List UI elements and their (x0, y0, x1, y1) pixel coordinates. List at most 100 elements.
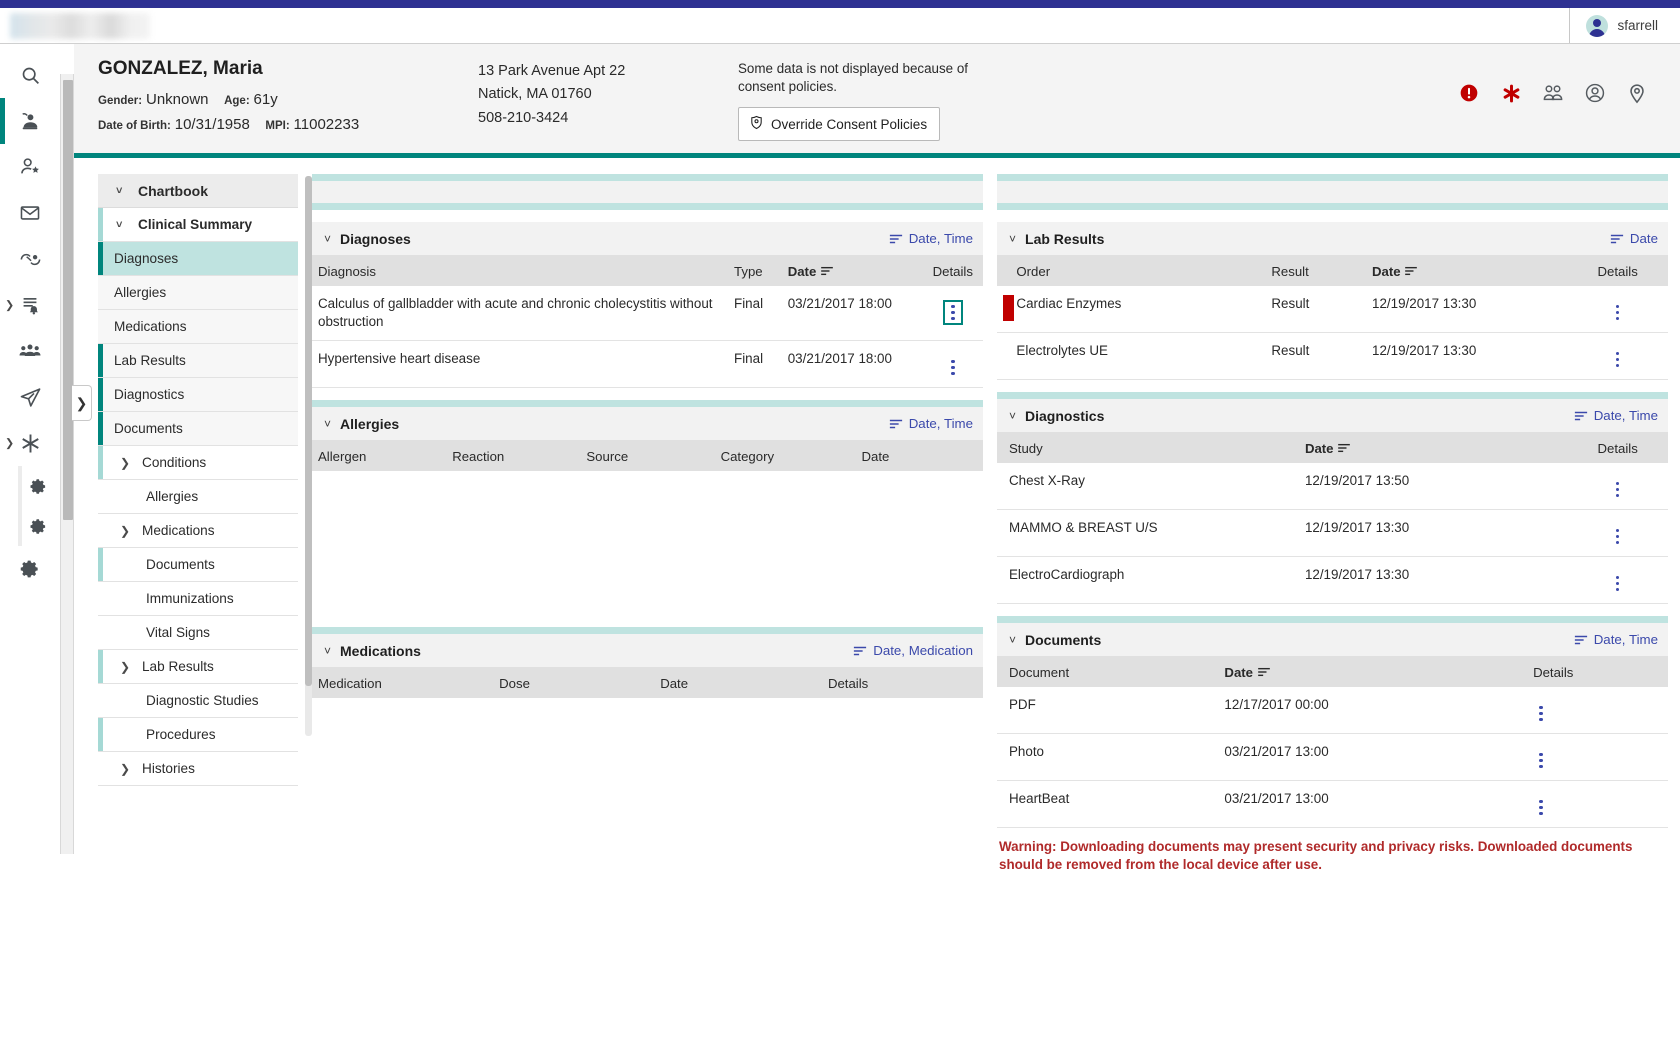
sidebar-group-conditions[interactable]: ❯ Conditions (98, 446, 298, 481)
sidebar-group-vital-signs[interactable]: Vital Signs (98, 616, 298, 651)
documents-sort-control[interactable]: Date, Time (1574, 632, 1658, 647)
mail-icon[interactable] (0, 190, 60, 236)
col-date[interactable]: Date (1218, 657, 1528, 688)
patient-lookup-icon[interactable] (0, 98, 60, 144)
col-allergen[interactable]: Allergen (312, 441, 447, 472)
row-details-menu-button[interactable] (943, 299, 963, 326)
account-icon[interactable] (1584, 82, 1606, 104)
location-pin-icon[interactable] (1626, 82, 1648, 104)
sidebar-flyout-toggle[interactable]: ❯ (72, 385, 92, 421)
care-team-icon[interactable] (0, 328, 60, 374)
row-details-menu-button[interactable] (1610, 479, 1626, 501)
table-row[interactable]: PDF 12/17/2017 00:00 (997, 687, 1668, 735)
add-patient-icon[interactable] (0, 144, 60, 190)
col-result[interactable]: Result (1265, 256, 1367, 287)
chartbook-section-clinical-summary[interactable]: ˅ Clinical Summary (98, 208, 298, 243)
table-row[interactable]: Electrolytes UE Result 12/19/2017 13:30 (997, 332, 1668, 381)
sidebar-group-immunizations[interactable]: Immunizations (98, 582, 298, 617)
chevron-down-icon[interactable]: ˅ (1009, 232, 1016, 246)
diagnostics-sort-control[interactable]: Date, Time (1574, 408, 1658, 423)
settings-sub-icon-2[interactable] (0, 506, 60, 546)
col-date[interactable]: Date (855, 441, 983, 472)
handshake-icon[interactable] (0, 236, 60, 282)
clinical-asterisk-icon[interactable]: ❯ (0, 420, 60, 466)
col-source[interactable]: Source (580, 441, 715, 472)
chartbook-scrollbar[interactable] (305, 176, 312, 737)
cell-result-link[interactable]: Result (1265, 286, 1367, 334)
sidebar-group-medications[interactable]: ❯ Medications (98, 514, 298, 549)
table-row[interactable]: MAMMO & BREAST U/S 12/19/2017 13:30 (997, 509, 1668, 558)
table-row[interactable]: Photo 03/21/2017 13:00 (997, 733, 1668, 782)
col-category[interactable]: Category (714, 441, 856, 472)
row-details-menu-button[interactable] (1533, 703, 1549, 725)
col-reaction[interactable]: Reaction (446, 441, 581, 472)
row-details-menu-button[interactable] (1610, 302, 1626, 324)
col-document[interactable]: Document (997, 657, 1219, 688)
row-details-menu-button[interactable] (1610, 349, 1626, 371)
col-date[interactable]: Date (1366, 256, 1568, 287)
search-icon[interactable] (0, 52, 60, 98)
diagnoses-sort-control[interactable]: Date, Time (889, 231, 973, 246)
col-diagnosis[interactable]: Diagnosis (312, 256, 729, 287)
chevron-down-icon[interactable]: ˅ (1009, 633, 1016, 647)
col-order[interactable]: Order (1010, 256, 1266, 287)
override-consent-policies-button[interactable]: Override Consent Policies (738, 107, 941, 142)
sidebar-item-medications[interactable]: Medications (98, 310, 298, 345)
sidebar-group-allergies[interactable]: Allergies (98, 480, 298, 515)
col-study[interactable]: Study (997, 433, 1299, 464)
col-date[interactable]: Date (1298, 433, 1568, 464)
alert-icon[interactable] (1458, 82, 1480, 104)
sidebar-group-procedures[interactable]: Procedures (98, 718, 298, 753)
sort-icon (854, 646, 867, 656)
cell-document-link[interactable]: PDF (997, 687, 1219, 735)
table-row[interactable]: Cardiac Enzymes Result 12/19/2017 13:30 (997, 286, 1668, 334)
chevron-down-icon[interactable]: ˅ (324, 232, 331, 246)
allergies-sort-control[interactable]: Date, Time (889, 416, 973, 431)
notifications-list-icon[interactable]: ❯ (0, 282, 60, 328)
send-icon[interactable] (0, 374, 60, 420)
lab-results-sort-control[interactable]: Date (1610, 231, 1658, 246)
sidebar-group-documents[interactable]: Documents (98, 548, 298, 583)
chartbook-header[interactable]: ˅ Chartbook (98, 174, 298, 209)
page-scrollbar[interactable] (60, 74, 74, 854)
row-details-menu-button[interactable] (1533, 797, 1549, 819)
page-scrollbar-thumb[interactable] (63, 80, 73, 520)
table-row[interactable]: Calculus of gallbladder with acute and c… (312, 286, 983, 342)
row-details-menu-button[interactable] (1533, 750, 1549, 772)
care-team-icon[interactable] (1542, 82, 1564, 104)
sidebar-group-histories[interactable]: ❯ Histories (98, 752, 298, 787)
col-dose[interactable]: Dose (493, 668, 655, 699)
table-row[interactable]: HeartBeat 03/21/2017 13:00 (997, 780, 1668, 829)
sidebar-item-lab-results[interactable]: Lab Results (98, 344, 298, 379)
sidebar-item-allergies[interactable]: Allergies (98, 276, 298, 311)
patient-name: GONZALEZ, Maria (98, 58, 263, 79)
sidebar-item-diagnoses[interactable]: Diagnoses (98, 242, 298, 277)
settings-sub-icon-1[interactable] (0, 466, 60, 506)
sidebar-item-diagnostics[interactable]: Diagnostics (98, 378, 298, 413)
medications-sort-control[interactable]: Date, Medication (853, 643, 973, 658)
table-row[interactable]: Chest X-Ray 12/19/2017 13:50 (997, 463, 1668, 511)
chevron-down-icon[interactable]: ˅ (324, 644, 331, 658)
cell-document-link[interactable]: Photo (997, 733, 1219, 782)
row-details-menu-button[interactable] (1610, 573, 1626, 595)
table-row[interactable]: ElectroCardiograph 12/19/2017 13:30 (997, 556, 1668, 605)
cell-result-link[interactable]: Result (1265, 332, 1367, 381)
chevron-down-icon[interactable]: ˅ (324, 417, 331, 431)
sidebar-group-diagnostic-studies[interactable]: Diagnostic Studies (98, 684, 298, 719)
col-medication[interactable]: Medication (312, 668, 494, 699)
settings-icon[interactable] (0, 546, 60, 592)
chartbook-scrollbar-thumb[interactable] (305, 176, 312, 687)
row-details-menu-button[interactable] (1610, 526, 1626, 548)
col-type[interactable]: Type (728, 256, 782, 287)
row-details-menu-button[interactable] (945, 357, 961, 379)
col-date[interactable]: Date (781, 256, 923, 287)
chevron-down-icon[interactable]: ˅ (1009, 409, 1016, 423)
user-menu[interactable]: sfarrell (1569, 8, 1680, 43)
sidebar-item-documents[interactable]: Documents (98, 412, 298, 447)
application-logo[interactable] (10, 12, 150, 39)
cell-document-link[interactable]: HeartBeat (997, 780, 1219, 829)
table-row[interactable]: Hypertensive heart disease Final 03/21/2… (312, 340, 983, 389)
medical-asterisk-icon[interactable] (1500, 82, 1522, 104)
col-date[interactable]: Date (654, 668, 822, 699)
sidebar-group-lab-results[interactable]: ❯ Lab Results (98, 650, 298, 685)
